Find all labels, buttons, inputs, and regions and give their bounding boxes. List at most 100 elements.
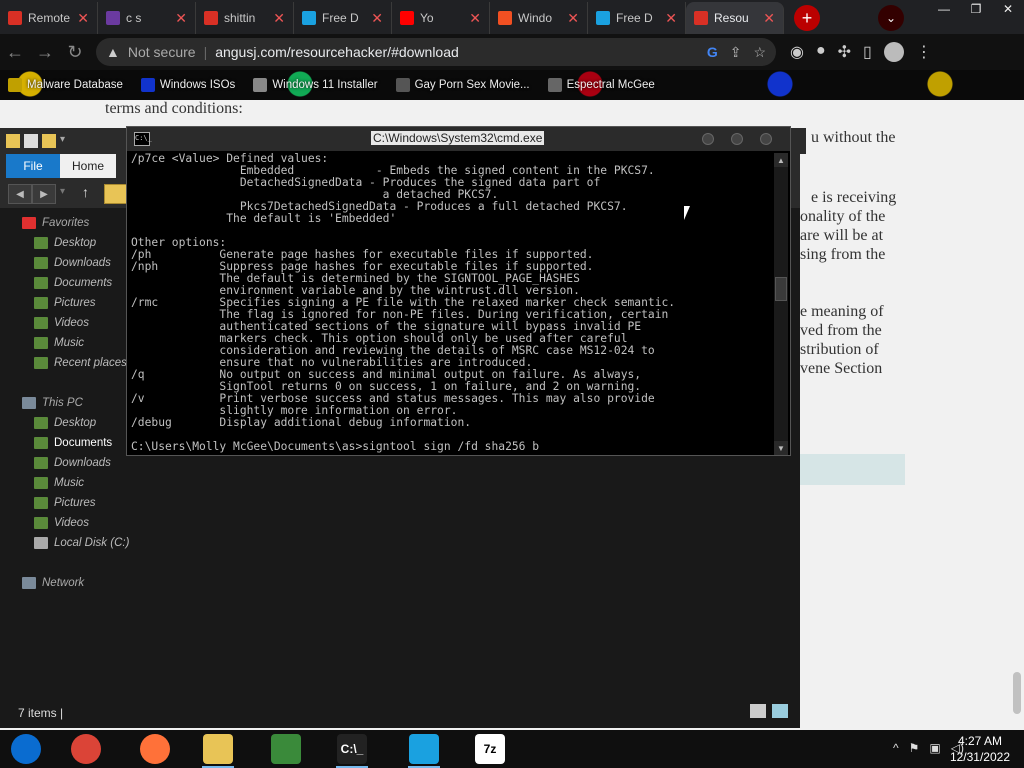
- tab-close-icon[interactable]: ✕: [273, 10, 285, 27]
- scroll-down-arrow-icon[interactable]: ▼: [774, 441, 788, 455]
- browser-tab[interactable]: Remote ✕: [0, 2, 98, 34]
- page-scrollbar[interactable]: [1010, 100, 1024, 730]
- side-panel-icon[interactable]: ▯: [863, 42, 872, 62]
- nav-item[interactable]: Videos: [34, 514, 89, 532]
- taskbar-app[interactable]: [131, 733, 179, 765]
- tab-close-icon[interactable]: ✕: [371, 10, 383, 27]
- bookmark-item[interactable]: Windows 11 Installer: [253, 78, 378, 92]
- page-text-line: u without the: [811, 129, 896, 146]
- nav-item[interactable]: Local Disk (C:): [34, 534, 129, 552]
- clock[interactable]: 4:27 AM 12/31/2022: [950, 733, 1010, 765]
- location-folder-icon[interactable]: [104, 184, 128, 204]
- menu-icon[interactable]: ⋮: [916, 42, 932, 62]
- new-folder-icon[interactable]: [42, 134, 56, 148]
- scroll-up-arrow-icon[interactable]: ▲: [774, 153, 788, 167]
- browser-tab[interactable]: c s ✕: [98, 2, 196, 34]
- bookmark-item[interactable]: Espectral McGee: [547, 78, 655, 92]
- ribbon-file-tab[interactable]: File: [6, 154, 60, 178]
- url-text[interactable]: angusj.com/resourcehacker/#download: [215, 44, 699, 60]
- back-arrow-icon[interactable]: ◀: [8, 184, 32, 204]
- nav-item[interactable]: Downloads: [34, 454, 111, 472]
- large-icons-view-icon[interactable]: [772, 704, 788, 718]
- bookmark-item[interactable]: Malware Database: [8, 78, 123, 92]
- new-tab-button[interactable]: +: [794, 5, 820, 31]
- bookmark-item[interactable]: Gay Porn Sex Movie...: [395, 78, 530, 92]
- profile-avatar[interactable]: [883, 42, 904, 62]
- nav-item[interactable]: Desktop: [34, 234, 96, 252]
- cmd-maximize-button[interactable]: [731, 133, 743, 145]
- share-icon[interactable]: ⇪: [730, 44, 742, 61]
- nav-item[interactable]: Pictures: [34, 494, 96, 512]
- taskbar-app[interactable]: C:\_: [328, 733, 376, 768]
- up-arrow-icon[interactable]: ↑: [82, 184, 89, 200]
- tab-close-icon[interactable]: ✕: [567, 10, 579, 27]
- profile-extension-icon[interactable]: ●: [816, 42, 826, 62]
- taskbar-app[interactable]: [2, 733, 50, 765]
- tray-chevron-icon[interactable]: ^: [893, 741, 899, 755]
- nav-item-label: Pictures: [54, 497, 96, 509]
- tab-search-button[interactable]: ⌄: [878, 5, 904, 31]
- tab-close-icon[interactable]: ✕: [469, 10, 481, 27]
- cmd-title-bar[interactable]: C:\_ C:\Windows\System32\cmd.exe: [127, 127, 790, 151]
- tab-close-icon[interactable]: ✕: [763, 10, 775, 27]
- nav-item[interactable]: Music: [34, 334, 84, 352]
- tab-title: Free D: [322, 11, 359, 25]
- folder-icon: [34, 237, 48, 249]
- extension-icon[interactable]: ◉: [790, 42, 804, 62]
- console-output[interactable]: /p7ce <Value> Defined values: Embedded -…: [131, 153, 769, 453]
- restore-button[interactable]: ❐: [960, 0, 992, 18]
- network-icon[interactable]: ▣: [929, 741, 940, 755]
- nav-section-header[interactable]: Network: [22, 574, 84, 592]
- properties-icon[interactable]: [24, 134, 38, 148]
- nav-item[interactable]: Desktop: [34, 414, 96, 432]
- cmd-scrollbar[interactable]: ▲ ▼: [774, 153, 788, 455]
- nav-section-header[interactable]: Favorites: [22, 214, 89, 232]
- security-label[interactable]: Not secure: [128, 44, 196, 60]
- nav-item[interactable]: Recent places: [34, 354, 127, 372]
- browser-tab[interactable]: Windo ✕: [490, 2, 588, 34]
- nav-item[interactable]: Documents: [34, 274, 112, 292]
- taskbar-app[interactable]: 7z: [466, 733, 514, 765]
- tab-close-icon[interactable]: ✕: [665, 10, 677, 27]
- browser-tab[interactable]: Yo ✕: [392, 2, 490, 34]
- bookmark-star-icon[interactable]: ☆: [753, 44, 766, 61]
- nav-item[interactable]: Pictures: [34, 294, 96, 312]
- google-lens-icon[interactable]: G: [707, 44, 718, 60]
- nav-item-label: Documents: [54, 437, 113, 449]
- reload-button[interactable]: ↻: [60, 37, 90, 67]
- taskbar-app[interactable]: [62, 733, 110, 765]
- details-view-icon[interactable]: [750, 704, 766, 718]
- minimize-button[interactable]: —: [928, 0, 960, 18]
- ribbon-home-tab[interactable]: Home: [60, 154, 116, 178]
- nav-item[interactable]: Music: [34, 474, 84, 492]
- tab-close-icon[interactable]: ✕: [175, 10, 187, 27]
- warning-icon[interactable]: ▲: [106, 44, 120, 60]
- nav-item[interactable]: Videos: [34, 314, 89, 332]
- nav-item[interactable]: Documents: [34, 434, 112, 452]
- download-highlight-box[interactable]: [799, 454, 905, 485]
- nav-item[interactable]: Downloads: [34, 254, 111, 272]
- close-window-button[interactable]: ✕: [992, 0, 1024, 18]
- taskbar-app[interactable]: [262, 733, 310, 765]
- browser-tab[interactable]: Free D ✕: [294, 2, 392, 34]
- back-button[interactable]: ←: [0, 37, 30, 67]
- cmd-minimize-button[interactable]: [702, 133, 714, 145]
- cmd-close-button[interactable]: [760, 133, 772, 145]
- browser-tab[interactable]: Free D ✕: [588, 2, 686, 34]
- taskbar-app[interactable]: [194, 733, 242, 768]
- taskbar-app[interactable]: [400, 733, 448, 768]
- browser-tab[interactable]: shittin ✕: [196, 2, 294, 34]
- nav-section-header[interactable]: This PC: [22, 394, 83, 412]
- recent-locations-icon[interactable]: ▾: [60, 186, 65, 197]
- address-bar[interactable]: ▲ Not secure | angusj.com/resourcehacker…: [96, 38, 776, 66]
- cmd-scrollbar-thumb[interactable]: [775, 277, 787, 301]
- forward-arrow-icon[interactable]: ▶: [32, 184, 56, 204]
- quick-access-dropdown-icon[interactable]: ▾: [60, 134, 70, 148]
- forward-button[interactable]: →: [30, 37, 60, 67]
- browser-tab[interactable]: Resou ✕: [686, 2, 784, 34]
- puzzle-icon[interactable]: ✣: [838, 42, 851, 62]
- tab-close-icon[interactable]: ✕: [77, 10, 89, 27]
- bookmark-item[interactable]: Windows ISOs: [140, 78, 235, 92]
- action-center-flag-icon[interactable]: ⚑: [909, 741, 920, 755]
- page-scrollbar-thumb[interactable]: [1013, 672, 1021, 714]
